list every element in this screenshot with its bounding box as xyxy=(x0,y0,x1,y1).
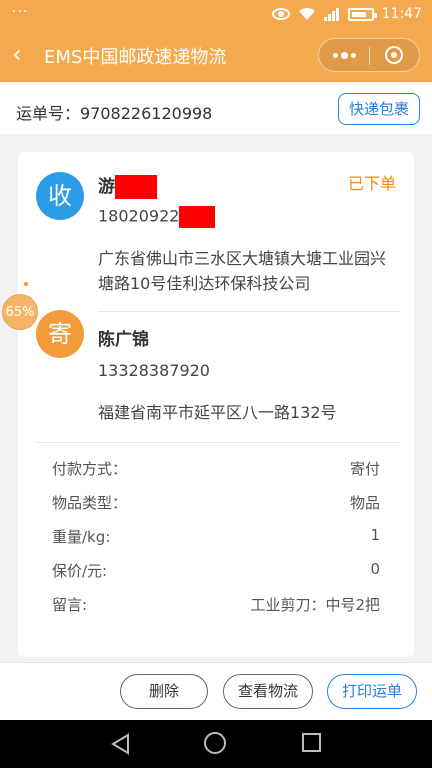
recents-square-icon[interactable] xyxy=(302,733,321,752)
receiver-phone-text: 18020922 xyxy=(98,206,180,226)
order-number-bar: 运单号：9708226120998 快递包裹 xyxy=(0,82,432,134)
detail-row-payment: 付款方式： 寄付 xyxy=(52,458,380,479)
system-navigation-bar xyxy=(0,720,432,768)
delete-button[interactable]: 删除 xyxy=(120,674,208,709)
more-dots-icon[interactable] xyxy=(319,39,369,71)
divider xyxy=(34,442,400,443)
detail-label: 保价/元: xyxy=(52,562,108,580)
detail-value: 物品 xyxy=(349,494,380,512)
receiver-phone: 18020922 xyxy=(98,206,216,228)
indicator-dot xyxy=(24,282,28,286)
divider xyxy=(98,311,400,312)
status-time: 11:47 xyxy=(381,6,422,22)
detail-label: 付款方式： xyxy=(52,460,128,478)
receiver-address: 广东省佛山市三水区大塘镇大塘工业园兴塘路10号佳利达环保科技公司 xyxy=(98,249,387,293)
home-circle-icon[interactable] xyxy=(204,732,226,754)
detail-value: 1 xyxy=(370,526,380,544)
page-title: EMS中国邮政速递物流 xyxy=(44,47,227,68)
eye-icon xyxy=(271,8,290,20)
order-status: 已下单 xyxy=(347,174,396,193)
redaction-block xyxy=(179,206,216,228)
detail-label: 重量/kg: xyxy=(52,528,111,546)
chevron-left-icon[interactable]: ‹ xyxy=(12,42,22,66)
detail-value: 0 xyxy=(370,560,380,578)
bottom-action-bar: 删除 查看物流 打印运单 xyxy=(0,662,432,720)
order-number-label: 运单号： xyxy=(16,104,81,123)
detail-value: 寄付 xyxy=(349,460,380,478)
track-shipment-button[interactable]: 查看物流 xyxy=(223,674,313,709)
floating-progress-badge[interactable]: 65% xyxy=(2,294,38,330)
sender-phone: 13328387920 xyxy=(98,361,210,380)
detail-value: 工业剪刀：中号2把 xyxy=(250,596,380,614)
receiver-name: 游 xyxy=(98,172,157,199)
detail-label: 物品类型： xyxy=(52,494,128,512)
shipment-card: 收 游 18020922 广东省佛山市三水区大塘镇大塘工业园兴塘路10号佳利达环… xyxy=(18,152,414,657)
receiver-avatar: 收 xyxy=(36,172,84,220)
sender-address: 福建省南平市延平区八一路132号 xyxy=(98,403,337,422)
sender-avatar: 寄 xyxy=(36,310,84,358)
navigation-bar: ‹ EMS中国邮政速递物流 xyxy=(0,30,432,82)
package-type-chip[interactable]: 快递包裹 xyxy=(337,93,420,125)
back-triangle-icon[interactable] xyxy=(110,733,130,755)
redaction-block xyxy=(115,175,157,199)
sender-name: 陈广锦 xyxy=(98,330,149,350)
receiver-name-text: 游 xyxy=(98,177,115,197)
order-number: 运单号：9708226120998 xyxy=(16,100,212,124)
order-number-value: 9708226120998 xyxy=(80,104,213,123)
wifi-icon xyxy=(298,7,316,21)
target-close-icon[interactable] xyxy=(370,39,419,71)
detail-row-insurance: 保价/元: 0 xyxy=(52,560,380,581)
detail-label: 留言: xyxy=(52,596,88,614)
detail-row-weight: 重量/kg: 1 xyxy=(52,526,380,547)
status-left-indicator: ··· xyxy=(12,4,29,20)
status-right-group: 11:47 xyxy=(271,6,422,22)
print-waybill-button[interactable]: 打印运单 xyxy=(327,674,417,709)
mini-program-capsule xyxy=(318,38,420,72)
status-bar: ··· 11:47 xyxy=(0,0,432,30)
detail-row-message: 留言: 工业剪刀：中号2把 xyxy=(52,594,380,615)
detail-row-item-type: 物品类型： 物品 xyxy=(52,492,380,513)
battery-icon xyxy=(347,7,377,21)
signal-icon xyxy=(323,7,340,21)
